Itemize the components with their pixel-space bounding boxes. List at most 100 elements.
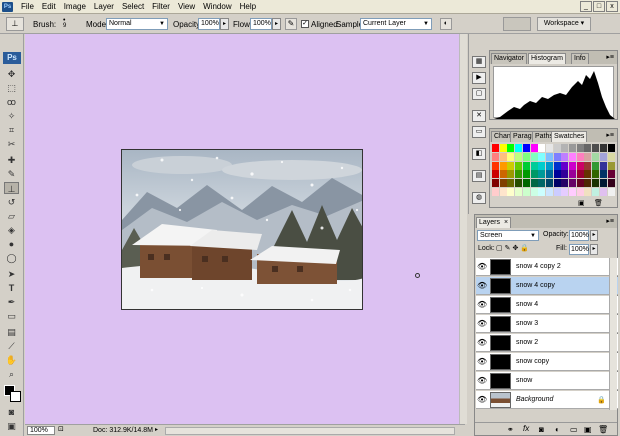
close-icon[interactable]: ×: [504, 219, 508, 226]
healing-brush-tool-icon[interactable]: ✚: [4, 154, 19, 166]
swatch[interactable]: [522, 179, 530, 188]
swatch[interactable]: [538, 152, 546, 161]
maximize-button[interactable]: □: [593, 1, 605, 12]
sample-dropdown[interactable]: Current Layer ▼: [360, 18, 432, 30]
eyedropper-tool-icon[interactable]: ⟋: [4, 340, 19, 352]
eye-icon[interactable]: 👁: [477, 281, 487, 291]
swatch[interactable]: [538, 188, 546, 196]
vertical-scrollbar[interactable]: [459, 34, 467, 424]
mode-dropdown[interactable]: Normal ▼: [106, 18, 168, 30]
horizontal-scrollbar[interactable]: [165, 427, 455, 435]
swatch[interactable]: [599, 170, 607, 179]
swatch[interactable]: [569, 152, 576, 161]
swatch[interactable]: [592, 144, 600, 152]
swatch[interactable]: [507, 161, 515, 170]
swatch[interactable]: [607, 170, 615, 179]
swatch[interactable]: [538, 161, 546, 170]
swatch[interactable]: [515, 144, 523, 152]
menu-edit[interactable]: Edit: [38, 0, 60, 14]
brush-picker[interactable]: • 9: [60, 17, 72, 31]
swatch[interactable]: [545, 170, 553, 179]
blend-mode-dropdown[interactable]: Screen ▼: [477, 230, 539, 241]
color-swatches-icon[interactable]: [4, 385, 22, 403]
swatch[interactable]: [561, 152, 569, 161]
eye-icon[interactable]: 👁: [477, 376, 487, 386]
eye-icon[interactable]: 👁: [477, 338, 487, 348]
swatch[interactable]: [569, 144, 576, 152]
layer-thumbnail[interactable]: [490, 392, 511, 408]
swatch[interactable]: [515, 188, 523, 196]
swatch[interactable]: [522, 144, 530, 152]
layer-row[interactable]: 👁 snow: [476, 372, 618, 390]
tool-presets-icon[interactable]: ▶: [472, 72, 486, 84]
layer-row[interactable]: 👁 snow 4: [476, 296, 618, 314]
swatch[interactable]: [569, 179, 576, 188]
history-brush-tool-icon[interactable]: ↺: [4, 196, 19, 208]
lock-transparent-icon[interactable]: ▢: [496, 245, 505, 252]
zoom-tool-icon[interactable]: ⌕: [4, 368, 19, 380]
trash-icon[interactable]: 🗑: [598, 425, 608, 434]
path-selection-tool-icon[interactable]: ➤: [4, 268, 19, 280]
swatch[interactable]: [576, 179, 584, 188]
fill-input[interactable]: 100%: [569, 244, 589, 255]
swatch[interactable]: [592, 170, 600, 179]
close-button[interactable]: x: [606, 1, 618, 12]
clone-stamp-tool-icon[interactable]: ⊥: [4, 182, 19, 194]
layer-opacity-toggle[interactable]: ▸: [590, 230, 598, 241]
swatch[interactable]: [553, 152, 561, 161]
layer-opacity-input[interactable]: 100%: [569, 230, 589, 241]
swatch[interactable]: [584, 144, 592, 152]
swatch[interactable]: [576, 170, 584, 179]
panel-menu-icon[interactable]: ▸≡: [606, 217, 614, 225]
canvas-area[interactable]: [25, 34, 465, 424]
swatch[interactable]: [522, 161, 530, 170]
swatch[interactable]: [569, 161, 576, 170]
eraser-tool-icon[interactable]: ▱: [4, 210, 19, 222]
swatch[interactable]: [545, 179, 553, 188]
slice-tool-icon[interactable]: ✂: [4, 138, 19, 150]
blur-tool-icon[interactable]: ●: [4, 238, 19, 250]
swatch[interactable]: [499, 144, 507, 152]
lock-all-icon[interactable]: 🔒: [520, 245, 531, 252]
tab-histogram[interactable]: Histogram: [528, 53, 566, 64]
swatch[interactable]: [499, 161, 507, 170]
eye-icon[interactable]: 👁: [477, 395, 487, 405]
swatch[interactable]: [584, 152, 592, 161]
flow-input[interactable]: 100%: [250, 18, 272, 30]
airbrush-icon[interactable]: ✎: [285, 18, 297, 30]
swatch[interactable]: [522, 152, 530, 161]
swatch[interactable]: [599, 152, 607, 161]
lasso-tool-icon[interactable]: ꝏ: [4, 96, 19, 108]
opacity-slider-toggle[interactable]: ▸: [220, 18, 229, 30]
swatch[interactable]: [499, 152, 507, 161]
swatch[interactable]: [599, 144, 607, 152]
swatch[interactable]: [599, 188, 607, 196]
swatch[interactable]: [561, 179, 569, 188]
swatch[interactable]: [492, 144, 499, 152]
swatch[interactable]: [592, 179, 600, 188]
swatch[interactable]: [569, 188, 576, 196]
layer-comps-icon[interactable]: ▢: [472, 88, 486, 100]
swatch[interactable]: [607, 179, 615, 188]
tab-info[interactable]: Info: [571, 53, 589, 64]
swatch[interactable]: [561, 188, 569, 196]
swatch[interactable]: [538, 179, 546, 188]
adjustment-icon[interactable]: ◐: [555, 425, 560, 434]
quick-mask-icon[interactable]: ◙: [4, 406, 19, 418]
swatch[interactable]: [607, 152, 615, 161]
swatch[interactable]: [492, 170, 499, 179]
menu-layer[interactable]: Layer: [90, 0, 118, 14]
swatch[interactable]: [584, 161, 592, 170]
swatch[interactable]: [530, 144, 538, 152]
layer-thumbnail[interactable]: [490, 373, 511, 389]
link-icon[interactable]: ⚭: [507, 425, 514, 434]
swatch[interactable]: [561, 144, 569, 152]
swatch[interactable]: [553, 179, 561, 188]
swatch[interactable]: [553, 188, 561, 196]
swatch[interactable]: [576, 152, 584, 161]
folder-icon[interactable]: ▭: [570, 425, 578, 434]
pen-tool-icon[interactable]: ✒: [4, 296, 19, 308]
menu-filter[interactable]: Filter: [148, 0, 174, 14]
layer-thumbnail[interactable]: [490, 259, 511, 275]
history-palette-icon[interactable]: ▭: [472, 126, 486, 138]
